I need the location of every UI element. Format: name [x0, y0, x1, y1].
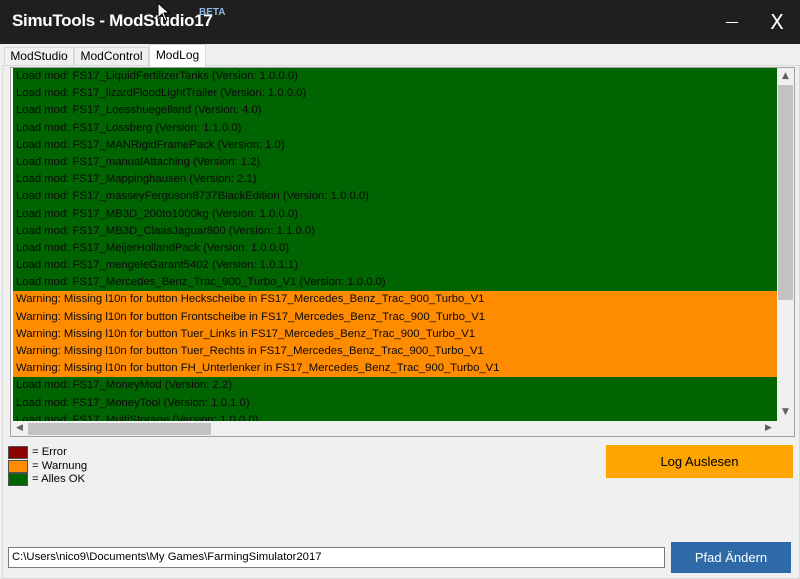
log-row-ok[interactable]: Load mod: FS17_lizardFloodLightTrailer (… [13, 85, 777, 103]
log-row-warning[interactable]: Warning: Missing l10n for button Hecksch… [13, 291, 777, 309]
tab-modlog[interactable]: ModLog [149, 44, 206, 67]
horizontal-scrollbar[interactable]: ◀ ▶ [11, 421, 777, 436]
log-row-warning[interactable]: Warning: Missing l10n for button Tuer_Re… [13, 343, 777, 361]
legend-label-warning: = Warnung [32, 459, 88, 472]
tab-modcontrol[interactable]: ModControl [74, 47, 149, 66]
legend-label-error: = Error [32, 446, 67, 458]
minimize-button[interactable] [708, 0, 754, 44]
vertical-scrollbar[interactable]: ▲ ▼ [777, 68, 794, 421]
legend-swatch-warning [8, 459, 28, 473]
scrollbar-corner [777, 421, 794, 436]
scroll-up-icon[interactable]: ▲ [777, 68, 794, 85]
log-row-ok[interactable]: Load mod: FS17_Mercedes_Benz_Trac_900_Tu… [13, 274, 777, 292]
legend-swatch-ok [8, 473, 28, 486]
log-row-ok[interactable]: Load mod: FS17_masseyFerguson8737BlackEd… [13, 188, 777, 206]
log-row-ok[interactable]: Load mod: FS17_manualAttaching (Version:… [13, 153, 777, 172]
title-bar[interactable]: SimuTools - ModStudio17 BETA X [0, 0, 800, 44]
legend-swatch-error [8, 446, 28, 459]
scroll-right-icon[interactable]: ▶ [760, 420, 777, 436]
log-row-warning[interactable]: Warning: Missing l10n for button Tuer_Li… [13, 325, 777, 343]
log-row-ok[interactable]: Load mod: FS17_MoneyMod (Version: 2.2) [13, 377, 777, 395]
minimize-icon [726, 22, 738, 23]
horizontal-scroll-thumb[interactable] [28, 423, 211, 435]
close-button[interactable]: X [754, 0, 800, 44]
log-row-ok[interactable]: Load mod: FS17_MeijerHollandPack (Versio… [13, 239, 777, 258]
log-row-ok[interactable]: Load mod: FS17_MultiStorage (Version: 1.… [13, 411, 777, 421]
log-row-ok[interactable]: Load mod: FS17_MANRigidFramePack (Versio… [13, 136, 777, 154]
log-row-ok[interactable]: Load mod: FS17_MoneyTool (Version: 1.0.1… [13, 394, 777, 412]
log-list[interactable]: Load mod: FS17_LiquidFertilizerTanks (Ve… [10, 67, 795, 437]
close-icon: X [770, 10, 784, 34]
window-title: SimuTools - ModStudio17 [12, 11, 213, 30]
path-field[interactable]: C:\Users\nico9\Documents\My Games\Farmin… [8, 547, 665, 568]
log-row-ok[interactable]: Load mod: FS17_mengeleGarant5402 (Versio… [13, 257, 777, 275]
scroll-down-icon[interactable]: ▼ [777, 404, 794, 421]
vertical-scroll-thumb[interactable] [778, 85, 793, 300]
tab-strip: ModStudio ModControl ModLog [0, 44, 800, 67]
log-row-ok[interactable]: Load mod: FS17_LiquidFertilizerTanks (Ve… [13, 68, 777, 86]
log-row-ok[interactable]: Load mod: FS17_Mappinghausen (Version: 2… [13, 171, 777, 189]
log-row-warning[interactable]: Warning: Missing l10n for button Frontsc… [13, 308, 777, 326]
beta-badge: BETA [199, 7, 226, 18]
log-row-warning[interactable]: Warning: Missing l10n for button FH_Unte… [13, 360, 777, 378]
log-row-ok[interactable]: Load mod: FS17_MB3D_ClaasJaguar800 (Vers… [13, 222, 777, 240]
read-log-button[interactable]: Log Auslesen [606, 445, 793, 478]
log-row-ok[interactable]: Load mod: FS17_Loesshuegelland (Version:… [13, 102, 777, 120]
log-row-ok[interactable]: Load mod: FS17_MB3D_200to1000kg (Version… [13, 205, 777, 223]
scroll-left-icon[interactable]: ◀ [11, 420, 28, 436]
change-path-button[interactable]: Pfad Ändern [671, 542, 791, 573]
legend-label-ok: = Alles OK [32, 473, 86, 485]
log-rows: Load mod: FS17_LiquidFertilizerTanks (Ve… [13, 68, 777, 421]
log-row-ok[interactable]: Load mod: FS17_Lossberg (Version: 1.1.0.… [13, 119, 777, 137]
mouse-cursor-icon [157, 2, 171, 22]
tab-modstudio[interactable]: ModStudio [4, 47, 74, 66]
